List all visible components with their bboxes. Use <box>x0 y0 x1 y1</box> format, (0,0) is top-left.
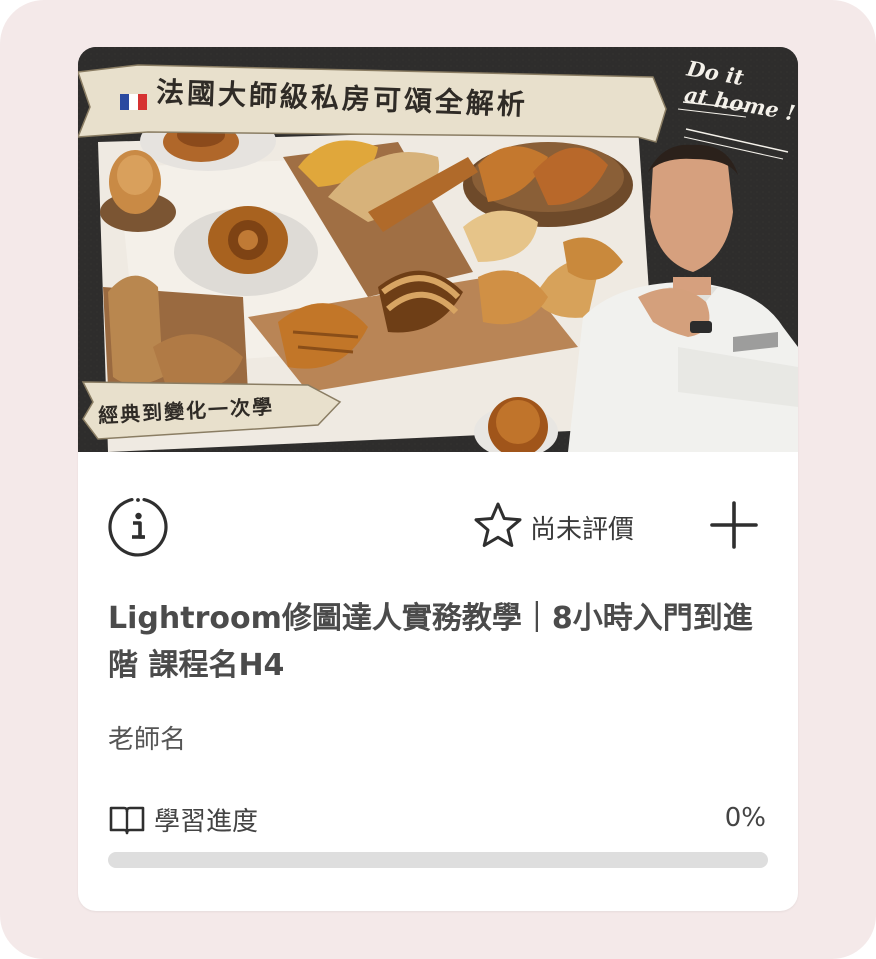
progress-label: 學習進度 <box>154 807 259 837</box>
page-background: 法國大師級私房可頌全解析 經典到變化一次學 Do it at home ! 尚未… <box>0 0 876 959</box>
course-card[interactable]: 法國大師級私房可頌全解析 經典到變化一次學 Do it at home ! 尚未… <box>78 47 798 911</box>
plus-icon <box>710 501 758 549</box>
info-button[interactable] <box>108 497 168 557</box>
course-cover-image[interactable]: 法國大師級私房可頌全解析 經典到變化一次學 Do it at home ! <box>78 47 798 452</box>
progress-value: 0% <box>724 803 766 833</box>
progress-bar <box>108 852 768 868</box>
rating-label: 尚未評價 <box>530 514 635 545</box>
rating-button[interactable]: 尚未評價 <box>470 499 634 555</box>
teacher-name: 老師名 <box>108 725 187 755</box>
star-icon <box>474 502 522 547</box>
course-title[interactable]: Lightroom修圖達人實務教學｜8小時入門到進階 課程名H4 <box>108 595 768 689</box>
add-button[interactable] <box>708 499 760 551</box>
progress-header: 學習進度 <box>108 801 258 838</box>
info-icon <box>108 498 168 557</box>
book-icon <box>109 806 145 834</box>
